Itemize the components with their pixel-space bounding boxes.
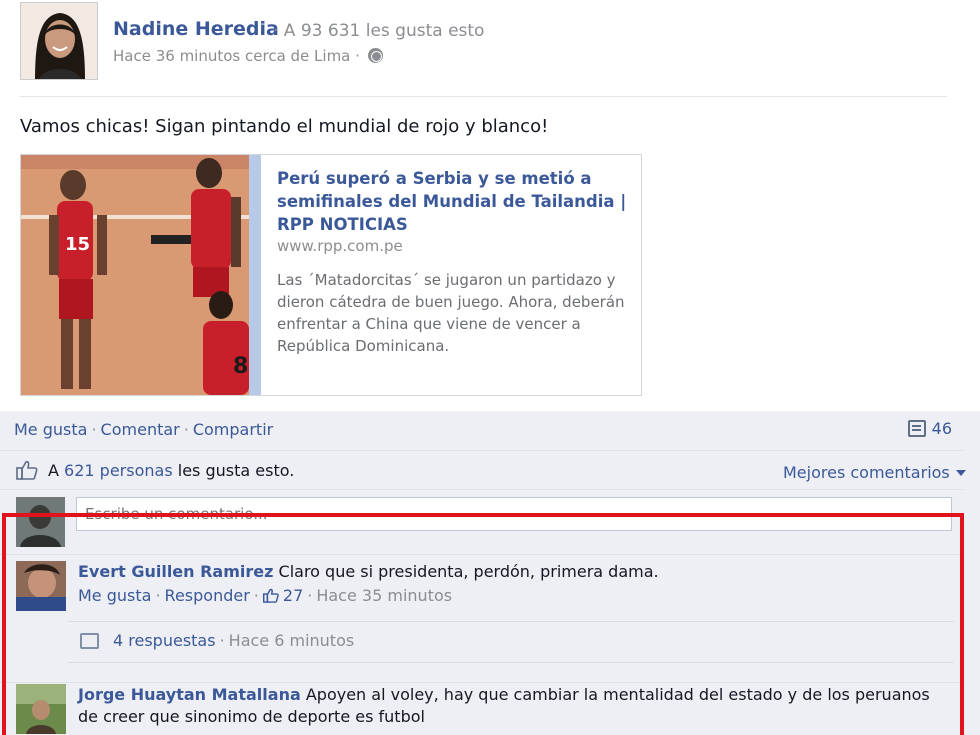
link-domain: www.rpp.com.pe: [277, 237, 403, 255]
commenter-avatar[interactable]: [16, 561, 66, 611]
like-button[interactable]: Me gusta: [14, 420, 87, 439]
feedback-area: Me gusta · Comentar · Compartir 46 A 621 per…: [0, 411, 980, 735]
post-text: Vamos chicas! Sigan pintando el mundial …: [20, 116, 549, 137]
comment-like-button[interactable]: Me gusta: [78, 586, 151, 605]
separator: ·: [219, 631, 225, 650]
post-timestamp[interactable]: Hace 36 minutos cerca de Lima ·: [113, 47, 360, 65]
separator: ·: [307, 586, 313, 605]
comment-body: Jorge Huaytan Matallana Apoyen al voley,…: [78, 684, 948, 728]
svg-text:15: 15: [65, 234, 90, 255]
row-divider: [0, 554, 965, 555]
comment-sort-dropdown[interactable]: Mejores comentarios: [783, 463, 966, 482]
view-replies-link[interactable]: 4 respuestas: [113, 631, 216, 650]
row-divider: [0, 489, 965, 490]
likes-summary: A 621 personas les gusta esto.: [16, 460, 294, 480]
comment-button[interactable]: Comentar: [101, 420, 180, 439]
comment-meta: Me gusta · Responder · 27 · Hace 35 minutos: [78, 585, 948, 607]
separator: ·: [253, 586, 259, 605]
link-preview-image[interactable]: 15 8: [21, 155, 261, 395]
likes-suffix: les gusta esto.: [177, 461, 295, 480]
comment-like-count[interactable]: 27: [283, 586, 303, 605]
comment-timestamp[interactable]: Hace 35 minutos: [316, 586, 452, 605]
link-title[interactable]: Perú superó a Serbia y se metió a semifi…: [277, 167, 627, 236]
commenter-name[interactable]: Evert Guillen Ramirez: [78, 562, 273, 581]
comment-content: Evert Guillen Ramirez Claro que si presi…: [78, 561, 948, 583]
current-user-avatar: [16, 497, 65, 547]
link-description: Las ´Matadorcitas´ se jugaron un partida…: [277, 271, 625, 355]
separator: ·: [155, 586, 161, 605]
page-likes-count: · A 93 631 les gusta esto: [273, 21, 485, 41]
comment-input[interactable]: [76, 497, 952, 531]
replies-row: 4 respuestas · Hace 6 minutos: [68, 621, 954, 663]
reply-icon: [80, 633, 99, 649]
comment-sort-label: Mejores comentarios: [783, 463, 950, 482]
svg-text:8: 8: [233, 354, 248, 379]
comment-content: Jorge Huaytan Matallana Apoyen al voley,…: [78, 684, 948, 728]
post-actions: Me gusta · Comentar · Compartir: [14, 420, 273, 439]
author-avatar[interactable]: [20, 2, 98, 80]
author-name[interactable]: Nadine Heredia: [113, 18, 279, 40]
globe-icon: [367, 48, 383, 63]
row-divider: [0, 682, 965, 683]
comment-reply-button[interactable]: Responder: [165, 586, 250, 605]
share-count-icon: [907, 420, 926, 437]
post-header: Nadine Heredia · A 93 631 les gusta esto…: [20, 2, 950, 82]
likes-people-link[interactable]: 621 personas: [64, 461, 173, 480]
replies-timestamp: Hace 6 minutos: [228, 631, 355, 650]
row-divider: [0, 450, 965, 451]
likes-prefix: A: [48, 461, 59, 480]
separator: ·: [91, 420, 97, 439]
share-count[interactable]: 46: [907, 419, 952, 438]
commenter-name[interactable]: Jorge Huaytan Matallana: [78, 685, 301, 704]
separator: ·: [183, 420, 189, 439]
share-count-value: 46: [931, 419, 952, 438]
comment-like-thumb-icon: [262, 588, 279, 603]
comment-body: Evert Guillen Ramirez Claro que si presi…: [78, 561, 948, 607]
link-preview-card[interactable]: 15 8 Perú superó a Serbia y se metió a s…: [20, 154, 642, 396]
share-button[interactable]: Compartir: [193, 420, 273, 439]
replies-link-row: 4 respuestas · Hace 6 minutos: [80, 631, 354, 650]
commenter-avatar[interactable]: [16, 684, 66, 734]
comment-text: Claro que si presidenta, perdón, primera…: [278, 562, 659, 581]
header-divider: [20, 96, 947, 97]
dropdown-caret-icon: [955, 470, 966, 476]
like-thumb-icon: [16, 460, 38, 480]
post-meta: Hace 36 minutos cerca de Lima ·: [113, 47, 383, 65]
